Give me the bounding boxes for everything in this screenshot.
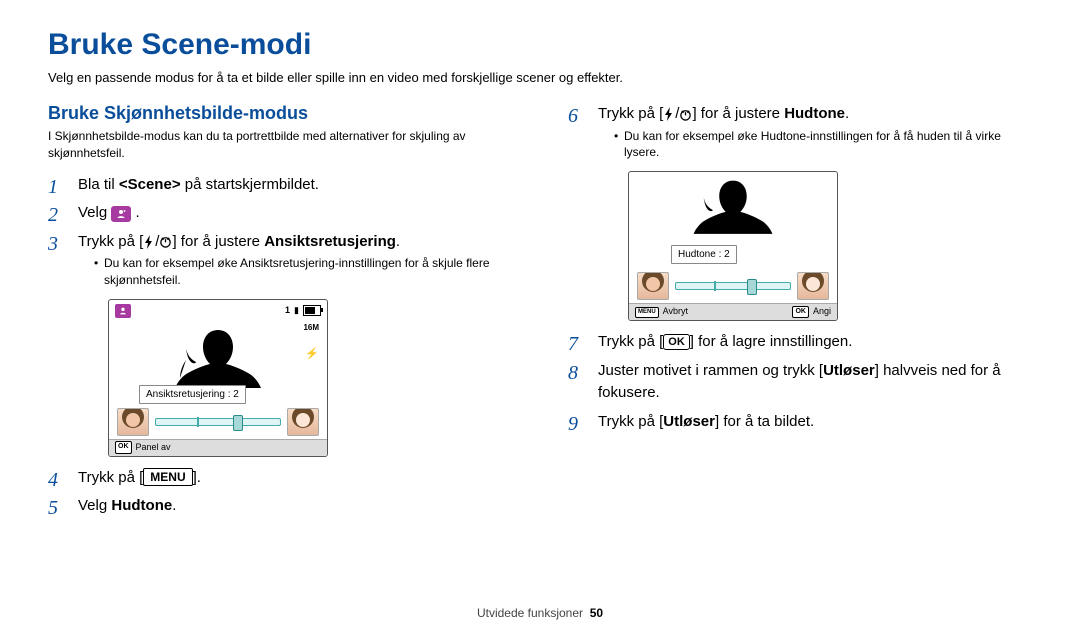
flash-icon (143, 235, 155, 249)
battery-icon (303, 305, 321, 316)
preview-thumb-dark (117, 408, 149, 436)
page-footer: Utvidede funksjoner 50 (0, 606, 1080, 620)
right-column: Trykk på [/] for å justere Hudtone. Du k… (568, 103, 1032, 524)
step-6: Trykk på [/] for å justere Hudtone. Du k… (568, 103, 1032, 321)
slider-track (675, 282, 791, 290)
step-6-note: Du kan for eksempel øke Hudtone-innstill… (614, 128, 1032, 162)
cancel-label: Avbryt (663, 305, 688, 319)
step-1: Bla til <Scene> på startskjermbildet. (48, 174, 512, 197)
ok-key: OK (663, 334, 690, 350)
ok-key-icon: OK (792, 306, 809, 319)
step-4: Trykk på [MENU]. (48, 467, 512, 490)
set-label: Angi (813, 305, 831, 319)
step-8: Juster motivet i rammen og trykk [Utløse… (568, 360, 1032, 405)
preview-thumb-light (797, 272, 829, 300)
sd-icon: ▮ (294, 304, 299, 318)
step-7: Trykk på [OK] for å lagre innstillingen. (568, 331, 1032, 354)
step-9: Trykk på [Utløser] for å ta bildet. (568, 411, 1032, 434)
flash-auto-icon: ⚡ (305, 346, 319, 363)
setting-chip: Hudtone : 2 (671, 245, 737, 264)
step-5: Velg Hudtone. (48, 495, 512, 518)
slider-track (155, 418, 281, 426)
step-2: Velg . (48, 202, 512, 225)
setting-chip: Ansiktsretusjering : 2 (139, 385, 246, 404)
menu-key-icon: MENU (635, 307, 659, 318)
panel-off-label: Panel av (136, 441, 171, 455)
timer-icon (159, 235, 172, 248)
step-3: Trykk på [/] for å justere Ansiktsretusj… (48, 231, 512, 457)
left-column: Bruke Skjønnhetsbilde-modus I Skjønnhets… (48, 103, 512, 524)
beauty-mode-icon (111, 206, 131, 222)
preview-thumb-light (287, 408, 319, 436)
camera-screen-1: 1 ▮ 16M ⚡ (108, 299, 512, 457)
step-3-note: Du kan for eksempel øke Ansiktsretusjeri… (94, 255, 512, 289)
megapixel-badge: 16M (303, 322, 319, 334)
section-heading: Bruke Skjønnhetsbilde-modus (48, 103, 512, 124)
page-title: Bruke Scene-modi (48, 28, 1032, 62)
preview-thumb-dark (637, 272, 669, 300)
section-sub: I Skjønnhetsbilde-modus kan du ta portre… (48, 128, 512, 162)
ok-key-icon: OK (115, 441, 132, 454)
menu-key: MENU (143, 468, 192, 486)
page-intro: Velg en passende modus for å ta et bilde… (48, 70, 1032, 85)
timer-icon (679, 108, 692, 121)
flash-icon (663, 107, 675, 121)
camera-screen-2: Hudtone : 2 MENU (628, 171, 1032, 321)
beauty-mode-icon (115, 304, 131, 318)
